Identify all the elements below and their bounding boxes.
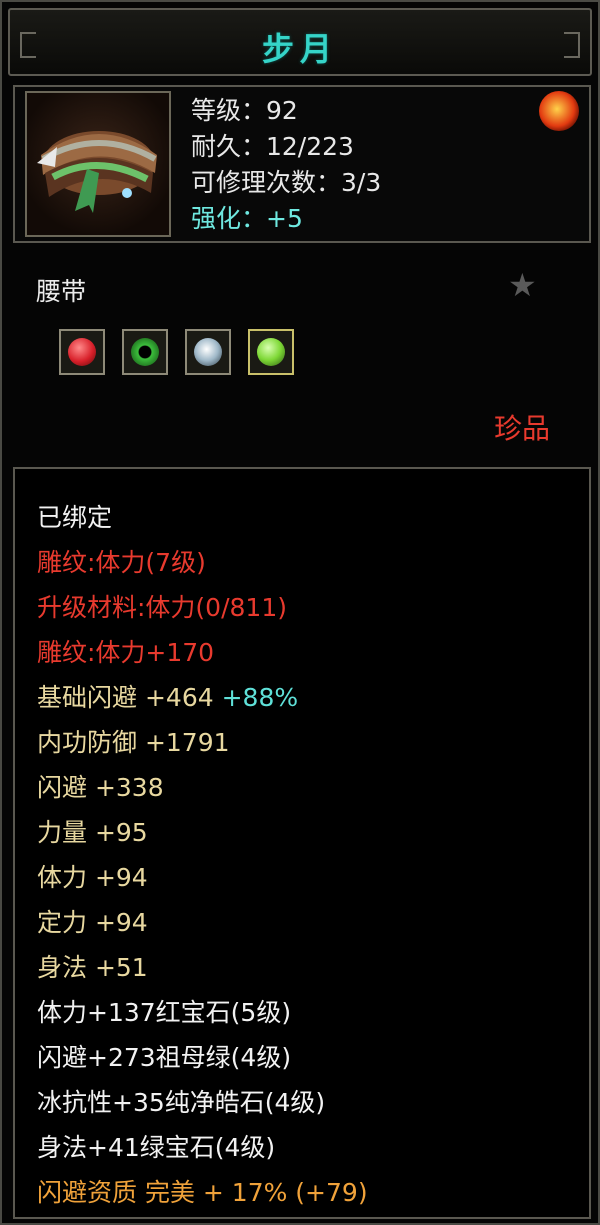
base-dodge-line: 基础闪避 +464 +88% xyxy=(37,675,368,720)
attributes-panel: 已绑定 雕纹:体力(7级) 升级材料:体力(0/811) 雕纹:体力+170 基… xyxy=(13,467,591,1219)
green-gem-icon[interactable] xyxy=(248,329,294,375)
item-stats: 等级：92 耐久：12/223 可修理次数：3/3 强化：+5 xyxy=(191,93,381,237)
strength-line: 力量 +95 xyxy=(37,818,148,847)
agility-line: 身法 +51 xyxy=(37,953,148,982)
flame-badge-icon xyxy=(539,91,579,131)
belt-icon xyxy=(25,91,171,237)
item-header: 等级：92 耐久：12/223 可修理次数：3/3 强化：+5 xyxy=(13,85,591,243)
item-level: 等级：92 xyxy=(191,96,298,125)
item-type: 腰带 xyxy=(36,277,87,306)
engrave-line: 雕纹:体力(7级) xyxy=(37,548,206,577)
quality-line: 闪避资质 完美 + 17% (+79) xyxy=(37,1178,368,1207)
base-dodge-label: 基础闪避 xyxy=(37,683,138,712)
item-repair-count: 可修理次数：3/3 xyxy=(191,168,382,197)
bound-status: 已绑定 xyxy=(37,503,113,532)
base-dodge-pct: +88% xyxy=(221,683,299,712)
vitality-line: 体力 +94 xyxy=(37,863,148,892)
inner-defense-line: 内功防御 +1791 xyxy=(37,728,230,757)
favorite-star-icon[interactable]: ★ xyxy=(508,266,537,304)
focus-line: 定力 +94 xyxy=(37,908,148,937)
item-tooltip: 步月 等级：92 耐久：12/223 可修理次数：3/3 强化：+5 腰带 ★ xyxy=(0,0,600,1225)
green-jade-icon[interactable] xyxy=(122,329,168,375)
white-crystal-icon[interactable] xyxy=(185,329,231,375)
item-enhance: 强化：+5 xyxy=(191,204,303,233)
item-rarity: 珍品 xyxy=(494,412,551,445)
gem-bonus-1: 体力+137红宝石(5级) xyxy=(37,998,292,1027)
item-durability: 耐久：12/223 xyxy=(191,132,354,161)
title-bar: 步月 xyxy=(8,8,592,76)
title-ornament-right xyxy=(564,32,580,58)
engrave-bonus-line: 雕纹:体力+170 xyxy=(37,638,215,667)
gem-bonus-3: 冰抗性+35纯净皓石(4级) xyxy=(37,1088,326,1117)
base-dodge-value: +464 xyxy=(144,683,214,712)
red-gem-icon[interactable] xyxy=(59,329,105,375)
dodge-line: 闪避 +338 xyxy=(37,773,164,802)
item-title: 步月 xyxy=(261,30,338,68)
gem-bonus-4: 身法+41绿宝石(4级) xyxy=(37,1133,276,1162)
upgrade-material-line: 升级材料:体力(0/811) xyxy=(37,593,287,622)
gem-bonus-2: 闪避+273祖母绿(4级) xyxy=(37,1043,292,1072)
